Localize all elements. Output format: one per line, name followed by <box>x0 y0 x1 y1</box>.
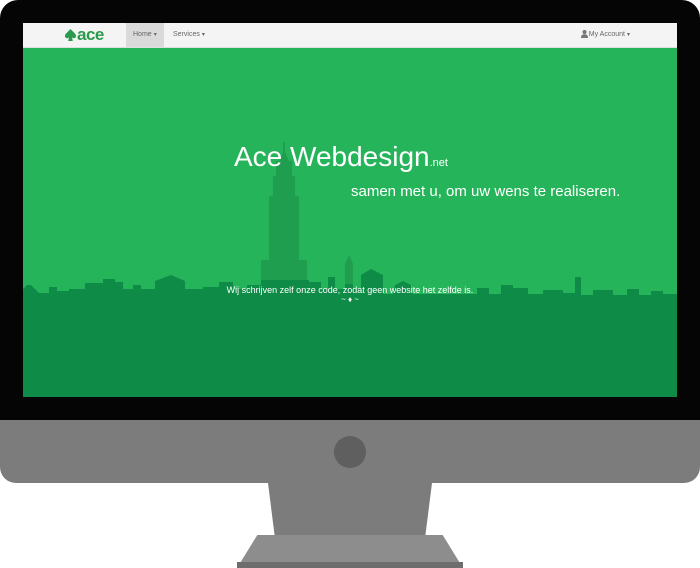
nav-my-account[interactable]: My Account ▾ <box>574 23 637 47</box>
monitor-screen: ace Home ▾ Services ▾ My Account ▾ Ace W… <box>23 23 677 397</box>
monitor-stand-neck <box>268 483 432 535</box>
navbar: ace Home ▾ Services ▾ My Account ▾ <box>23 23 677 48</box>
nav-services-label: Services <box>173 31 200 38</box>
nav-home[interactable]: Home ▾ <box>126 23 164 47</box>
nav-home-label: Home <box>133 31 152 38</box>
monitor-logo <box>334 436 366 468</box>
hero-tagline: Wij schrijven zelf onze code, zodat geen… <box>226 285 474 295</box>
spade-icon <box>65 29 76 41</box>
diamond-ornament-icon: ~ ♦ ~ <box>341 295 359 304</box>
hero-title-text: Ace Webdesign <box>234 141 430 172</box>
hero-subtitle: samen met u, om uw wens te realiseren. <box>351 183 621 200</box>
hero-title: Ace Webdesign.net <box>234 141 448 173</box>
hero-section: Ace Webdesign.net samen met u, om uw wen… <box>23 48 677 397</box>
caret-down-icon: ▾ <box>626 32 630 38</box>
city-skyline <box>23 142 677 397</box>
user-icon <box>580 30 588 39</box>
hero-title-suffix: .net <box>429 157 448 169</box>
caret-down-icon: ▾ <box>201 32 205 38</box>
nav-my-account-label: My Account <box>588 31 625 38</box>
brand-logo[interactable]: ace <box>65 26 104 44</box>
caret-down-icon: ▾ <box>153 32 157 38</box>
monitor-stand-edge <box>237 562 463 568</box>
brand-text: ace <box>77 25 104 44</box>
nav-services[interactable]: Services ▾ <box>166 23 212 47</box>
